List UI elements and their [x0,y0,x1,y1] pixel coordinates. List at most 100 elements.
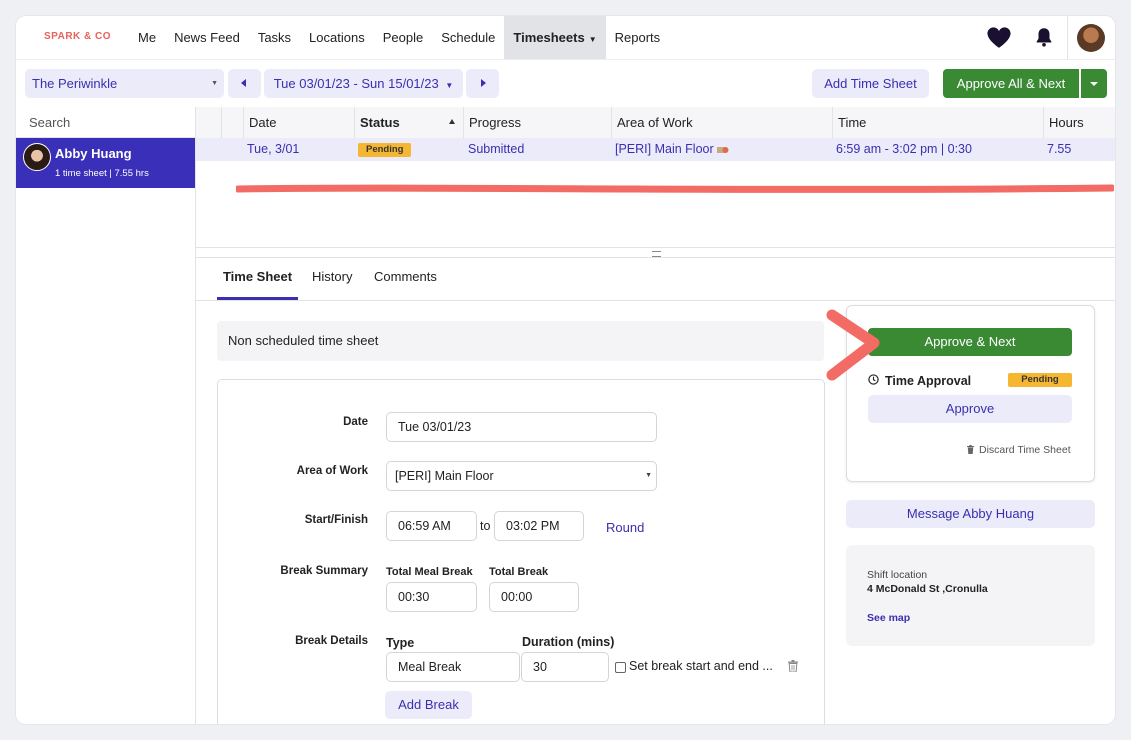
nav-item-me[interactable]: Me [129,16,165,59]
break-duration-label: Duration (mins) [522,635,615,649]
approve-next-button[interactable]: Approve & Next [868,328,1072,356]
status-badge: Pending [358,142,412,157]
nav-item-timesheets[interactable]: Timesheets ▼ [504,16,606,59]
cell-date: Tue, 3/01 [247,142,300,156]
approve-all-dropdown-button[interactable] [1081,69,1107,98]
app-window: SPARK & CO Me News Feed Tasks Locations … [16,16,1115,724]
break-duration-field[interactable]: 30 [521,652,609,682]
nav-list: Me News Feed Tasks Locations People Sche… [129,16,669,59]
approve-all-next-button[interactable]: Approve All & Next [943,69,1079,98]
add-break-button[interactable]: Add Break [385,691,472,719]
nav-item-locations[interactable]: Locations [300,16,374,59]
cell-area-text: [PERI] Main Floor [615,142,714,156]
total-meal-break-field[interactable]: 00:30 [386,582,477,612]
location-select-value: The Periwinkle [32,76,118,91]
date-label: Date [343,416,368,428]
column-time[interactable]: Time [832,107,1043,138]
column-select[interactable] [221,107,243,138]
approval-status-badge: Pending [1008,373,1072,387]
person-name: Abby Huang [55,146,132,161]
time-sheet-form: Date Tue 03/01/23 Area of Work [PERI] Ma… [217,379,825,724]
dropdown-arrow-icon: ▼ [645,472,652,479]
nav-divider [1067,16,1068,59]
toolbar: The Periwinkle ▼ Tue 03/01/23 - Sun 15/01… [16,59,1115,107]
area-of-work-value: [PERI] Main Floor [395,469,494,483]
cell-progress: Submitted [468,142,525,156]
nav-item-reports[interactable]: Reports [606,16,670,59]
user-avatar[interactable] [1077,24,1105,52]
cell-status: Pending [358,138,412,161]
round-link[interactable]: Round [606,520,644,535]
annotation-arrow [826,309,880,381]
detail-tabs: Time Sheet History Comments [196,257,1115,301]
nav-item-timesheets-label: Timesheets [513,30,585,45]
notice-banner: Non scheduled time sheet [217,321,824,361]
date-range-button[interactable]: Tue 03/01/23 - Sun 15/01/23 ▼ [264,69,463,98]
nav-item-tasks[interactable]: Tasks [249,16,300,59]
shift-address: 4 McDonald St ,Cronulla [867,583,988,595]
area-of-work-label: Area of Work [296,465,368,477]
column-date[interactable]: Date [243,107,354,138]
nav-item-schedule[interactable]: Schedule [432,16,504,59]
annotation-underline [236,184,1114,193]
area-of-work-select[interactable]: [PERI] Main Floor ▼ [386,461,657,491]
trash-icon[interactable] [788,660,798,672]
people-sidebar: Search Abby Huang 1 time sheet | 7.55 hr… [16,107,196,724]
break-summary-label: Break Summary [280,565,368,577]
finish-time-field[interactable]: 03:02 PM [494,511,584,541]
approve-button[interactable]: Approve [868,395,1072,423]
table-row[interactable]: Tue, 3/01 Pending Submitted [PERI] Main … [196,138,1115,161]
cell-area: [PERI] Main Floor [615,138,729,161]
column-hours[interactable]: Hours [1043,107,1115,138]
cell-time: 6:59 am - 3:02 pm | 0:30 [836,142,972,156]
total-break-field[interactable]: 00:00 [489,582,579,612]
brand-logo[interactable]: SPARK & CO [44,31,111,42]
tab-time-sheet[interactable]: Time Sheet [217,258,298,300]
chevron-right-icon [481,79,486,87]
time-approval-label: Time Approval [885,374,972,388]
tab-history[interactable]: History [312,258,352,300]
message-employee-button[interactable]: Message Abby Huang [846,500,1095,528]
person-summary: 1 time sheet | 7.55 hrs [55,168,149,179]
prev-period-button[interactable] [228,69,261,98]
set-break-start-end-checkbox[interactable] [615,662,626,673]
shift-location-box: Shift location 4 McDonald St ,Cronulla S… [846,545,1095,646]
sort-ascending-icon [449,119,455,124]
bell-icon[interactable] [1033,25,1055,49]
heart-icon[interactable] [986,25,1012,51]
next-period-button[interactable] [466,69,499,98]
caret-down-icon: ▼ [588,35,597,44]
start-finish-label: Start/Finish [304,514,368,526]
caret-down-icon: ▼ [445,81,454,90]
date-range-label: Tue 03/01/23 - Sun 15/01/23 [273,76,439,91]
top-nav: SPARK & CO Me News Feed Tasks Locations … [16,16,1115,59]
total-break-label: Total Break [489,566,549,578]
table-header: Date Status Progress Area of Work Time H… [196,107,1115,139]
column-progress[interactable]: Progress [463,107,611,138]
set-break-start-end-label: Set break start and end ... [629,659,773,673]
column-status[interactable]: Status [354,107,463,138]
sidebar-person-abby-huang[interactable]: Abby Huang 1 time sheet | 7.55 hrs [16,138,195,188]
break-details-label: Break Details [295,635,368,647]
search-input[interactable]: Search [16,107,195,138]
discard-label: Discard Time Sheet [979,444,1071,456]
shift-location-label: Shift location [867,569,928,581]
dropdown-arrow-icon: ▼ [211,80,218,87]
break-type-field[interactable]: Meal Break [386,652,520,682]
nav-item-news-feed[interactable]: News Feed [165,16,249,59]
add-time-sheet-button[interactable]: Add Time Sheet [812,69,929,98]
tab-comments[interactable]: Comments [374,258,437,300]
column-status-label: Status [360,115,400,130]
start-time-field[interactable]: 06:59 AM [386,511,477,541]
location-select[interactable]: The Periwinkle ▼ [25,69,224,98]
discard-time-sheet-button[interactable]: Discard Time Sheet [967,444,1071,456]
cell-hours: 7.55 [1047,142,1072,156]
to-text: to [480,519,491,533]
see-map-link[interactable]: See map [867,612,910,624]
column-area-of-work[interactable]: Area of Work [611,107,832,138]
trash-icon [967,445,974,454]
nav-item-people[interactable]: People [374,16,432,59]
date-field[interactable]: Tue 03/01/23 [386,412,657,442]
chevron-left-icon [241,79,246,87]
location-pin-icon [717,147,729,153]
